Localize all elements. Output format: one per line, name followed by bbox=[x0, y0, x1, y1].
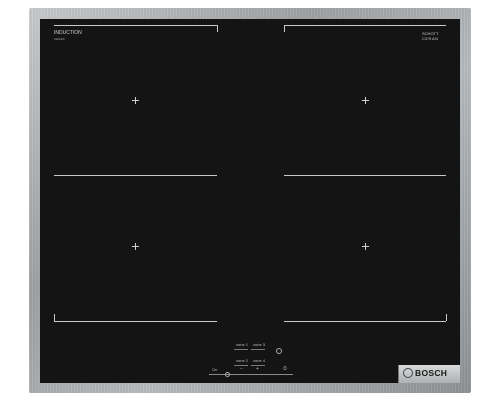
zone1-top-line bbox=[54, 25, 217, 26]
bosch-logo: BOSCH bbox=[403, 367, 448, 379]
timer-icon[interactable]: ⏱ bbox=[283, 366, 287, 372]
bosch-emblem-icon bbox=[403, 367, 413, 378]
zone4-bottom-tick bbox=[446, 314, 447, 321]
zone3-bottom-tick bbox=[54, 314, 55, 321]
manufacturer-name: BOSCH bbox=[415, 368, 448, 378]
zone3-bottom-line bbox=[54, 321, 217, 322]
zone-label-4[interactable]: zone 4 bbox=[253, 358, 265, 363]
flex-zone-icon[interactable] bbox=[276, 348, 282, 354]
zone2-top-line bbox=[284, 25, 446, 26]
zone2-top-tick bbox=[284, 25, 285, 32]
zone-label-1[interactable]: zone 1 bbox=[236, 342, 248, 347]
zone1-top-tick bbox=[217, 25, 218, 32]
zone4-center-mark bbox=[362, 243, 369, 250]
zone-label-3[interactable]: zone 3 bbox=[253, 342, 265, 347]
zone3-slider[interactable] bbox=[251, 349, 265, 350]
series-label: SERIE6 bbox=[54, 37, 65, 41]
brand-plate: BOSCH bbox=[398, 365, 460, 383]
power-indicator-icon bbox=[225, 372, 230, 377]
zone3-center-mark bbox=[132, 243, 139, 250]
induction-label: INDUCTION bbox=[54, 30, 82, 36]
plus-button[interactable]: + bbox=[256, 366, 259, 372]
ceran-label: CERAN bbox=[422, 36, 439, 41]
zone-label-2[interactable]: zone 2 bbox=[236, 358, 248, 363]
minus-button[interactable]: − bbox=[240, 366, 243, 372]
zone4-bottom-line bbox=[284, 321, 446, 322]
control-slider-bar[interactable] bbox=[209, 374, 293, 375]
left-middle-line bbox=[54, 175, 217, 176]
zone2-center-mark bbox=[362, 97, 369, 104]
on-button[interactable]: On bbox=[212, 367, 217, 372]
right-middle-line bbox=[284, 175, 446, 176]
zone1-slider[interactable] bbox=[234, 349, 248, 350]
ceramic-glass-cooktop: INDUCTION SERIE6 SCHOTT CERAN zone 1 zon… bbox=[40, 19, 460, 383]
zone1-center-mark bbox=[132, 97, 139, 104]
